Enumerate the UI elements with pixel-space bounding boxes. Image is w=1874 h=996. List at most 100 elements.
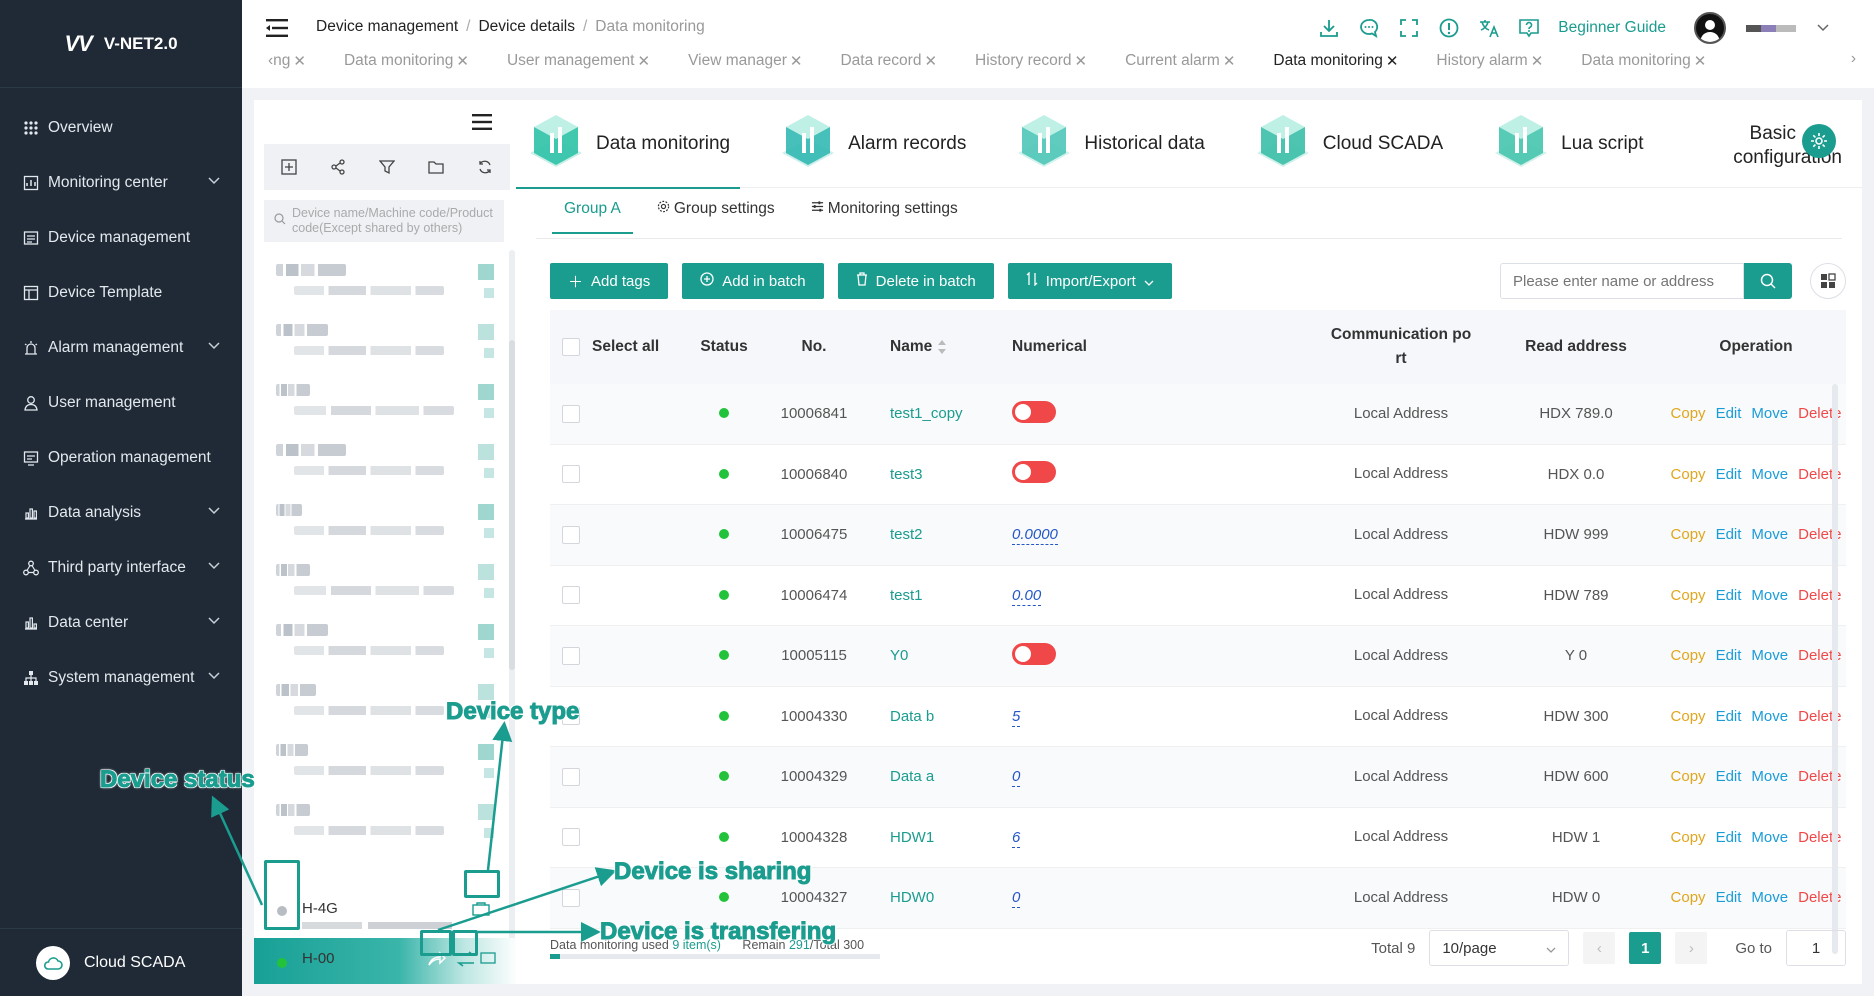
- numerical-value[interactable]: 6: [1012, 828, 1021, 848]
- sidebar-item-data-analysis[interactable]: Data analysis: [0, 485, 242, 540]
- chevron-down-icon[interactable]: [208, 616, 220, 629]
- next-page-button[interactable]: ›: [1675, 932, 1708, 964]
- tab-current-alarm[interactable]: Current alarm ✕: [1125, 52, 1235, 70]
- chevron-down-icon[interactable]: [208, 341, 220, 354]
- switch-toggle[interactable]: [1012, 400, 1056, 423]
- close-icon[interactable]: ✕: [293, 52, 306, 70]
- beginner-guide-link[interactable]: Beginner Guide: [1558, 19, 1666, 37]
- tag-name-link[interactable]: HDW1: [890, 829, 934, 846]
- tab-data-monitoring[interactable]: Data monitoring ✕: [1273, 52, 1398, 70]
- tab-view-manager[interactable]: View manager ✕: [688, 52, 802, 70]
- sidebar-item-operation-management[interactable]: Operation management: [0, 430, 242, 485]
- goto-page-input[interactable]: 1: [1786, 930, 1846, 966]
- fullscreen-icon[interactable]: [1396, 15, 1422, 41]
- edit-button[interactable]: Edit: [1716, 405, 1742, 422]
- sort-icon[interactable]: [937, 338, 947, 355]
- move-button[interactable]: Move: [1751, 768, 1788, 785]
- row-checkbox[interactable]: [562, 828, 580, 847]
- delete-in-batch-button[interactable]: Delete in batch: [837, 263, 994, 299]
- sidebar-item-alarm-management[interactable]: Alarm management: [0, 320, 242, 375]
- numerical-value[interactable]: 0: [1012, 889, 1021, 909]
- close-icon[interactable]: ✕: [1386, 52, 1399, 70]
- sidebar-item-user-management[interactable]: User management: [0, 375, 242, 430]
- device-list-item[interactable]: [264, 430, 504, 490]
- tag-search-input[interactable]: [1500, 263, 1744, 299]
- header-name[interactable]: Name: [864, 338, 996, 356]
- refresh-icon[interactable]: [476, 158, 494, 176]
- device-list-item[interactable]: [264, 550, 504, 610]
- layout-grid-icon[interactable]: [1810, 263, 1846, 299]
- avatar[interactable]: [1694, 12, 1726, 44]
- close-icon[interactable]: ✕: [1531, 52, 1544, 70]
- prev-page-button[interactable]: ‹: [1583, 932, 1616, 964]
- select-all-checkbox[interactable]: [562, 338, 580, 356]
- add-in-batch-button[interactable]: Add in batch: [682, 263, 824, 299]
- close-icon[interactable]: ✕: [456, 52, 469, 70]
- sidebar-cloud-scada[interactable]: Cloud SCADA: [0, 928, 242, 996]
- device-list-item[interactable]: [264, 790, 504, 850]
- device-row-h4g[interactable]: H-4G: [254, 880, 518, 938]
- tab-user-management[interactable]: User management ✕: [507, 52, 650, 70]
- page-size-select[interactable]: 10/page: [1429, 930, 1570, 966]
- edit-button[interactable]: Edit: [1716, 587, 1742, 604]
- table-scrollbar[interactable]: [1832, 384, 1838, 954]
- edit-button[interactable]: Edit: [1716, 526, 1742, 543]
- move-button[interactable]: Move: [1751, 405, 1788, 422]
- tag-name-link[interactable]: Y0: [890, 647, 908, 664]
- search-button[interactable]: [1744, 263, 1792, 299]
- tag-name-link[interactable]: test3: [890, 466, 923, 483]
- device-search-input[interactable]: Device name/Machine code/Product code(Ex…: [264, 200, 504, 242]
- message-icon[interactable]: [1356, 15, 1382, 41]
- app-lua-script[interactable]: Lua script: [1481, 100, 1653, 188]
- tab-data-record[interactable]: Data record ✕: [840, 52, 937, 70]
- close-icon[interactable]: ✕: [924, 52, 937, 70]
- basic-configuration-button[interactable]: Basic configuration: [1733, 114, 1842, 170]
- chevron-down-icon[interactable]: [208, 176, 220, 189]
- import-export-button[interactable]: Import/Export: [1007, 263, 1172, 299]
- edit-button[interactable]: Edit: [1716, 466, 1742, 483]
- close-icon[interactable]: ✕: [638, 52, 651, 70]
- move-button[interactable]: Move: [1751, 587, 1788, 604]
- device-list-item[interactable]: [264, 730, 504, 790]
- add-tags-button[interactable]: ＋ Add tags: [550, 263, 669, 299]
- move-button[interactable]: Move: [1751, 889, 1788, 906]
- close-icon[interactable]: ✕: [1075, 52, 1088, 70]
- tab-group-settings[interactable]: Group settings: [657, 200, 775, 234]
- row-checkbox[interactable]: [562, 404, 580, 423]
- move-button[interactable]: Move: [1751, 829, 1788, 846]
- chevron-down-icon[interactable]: [208, 671, 220, 684]
- app-historical-data[interactable]: Historical data: [1004, 100, 1214, 188]
- page-number-current[interactable]: 1: [1629, 932, 1662, 964]
- copy-button[interactable]: Copy: [1671, 587, 1706, 604]
- edit-button[interactable]: Edit: [1716, 708, 1742, 725]
- breadcrumb-item[interactable]: Device details: [478, 18, 575, 36]
- user-name-blurred[interactable]: [1746, 24, 1796, 32]
- device-list-item[interactable]: [264, 370, 504, 430]
- tag-name-link[interactable]: test1: [890, 587, 923, 604]
- tab-data-monitoring[interactable]: Data monitoring ✕: [344, 52, 469, 70]
- tag-name-link[interactable]: Data b: [890, 708, 934, 725]
- app-alarm-records[interactable]: Alarm records: [768, 100, 976, 188]
- folder-icon[interactable]: [427, 158, 445, 176]
- device-list-item[interactable]: [264, 310, 504, 370]
- row-checkbox[interactable]: [562, 646, 580, 665]
- breadcrumb-item[interactable]: Device management: [316, 18, 458, 36]
- row-checkbox[interactable]: [562, 767, 580, 786]
- edit-button[interactable]: Edit: [1716, 829, 1742, 846]
- help-icon[interactable]: [1516, 15, 1542, 41]
- info-icon[interactable]: [1436, 15, 1462, 41]
- numerical-value[interactable]: 0: [1012, 768, 1021, 788]
- device-list-item[interactable]: [264, 610, 504, 670]
- close-icon[interactable]: ✕: [790, 52, 803, 70]
- switch-toggle[interactable]: [1012, 461, 1056, 484]
- device-list-item[interactable]: [264, 490, 504, 550]
- tab-history-alarm[interactable]: History alarm ✕: [1436, 52, 1543, 70]
- row-checkbox[interactable]: [562, 888, 580, 907]
- close-icon[interactable]: ✕: [1694, 52, 1707, 70]
- tab-monitoring-settings[interactable]: Monitoring settings: [811, 200, 958, 234]
- numerical-value[interactable]: 0.00: [1012, 586, 1042, 606]
- copy-button[interactable]: Copy: [1671, 889, 1706, 906]
- copy-button[interactable]: Copy: [1671, 466, 1706, 483]
- sidebar-item-device-management[interactable]: Device management: [0, 210, 242, 265]
- download-icon[interactable]: [1316, 15, 1342, 41]
